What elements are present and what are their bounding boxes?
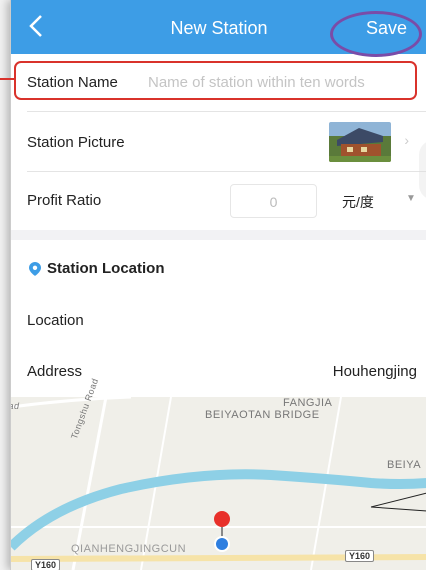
profit-ratio-row: Profit Ratio 0 元/度 ▼	[11, 172, 426, 230]
location-row[interactable]: Location	[11, 292, 426, 350]
station-picture-thumbnail[interactable]	[329, 122, 391, 162]
station-picture-row[interactable]: Station Picture ›	[11, 112, 426, 172]
station-picture-label: Station Picture	[27, 134, 125, 151]
profit-ratio-label: Profit Ratio	[27, 192, 102, 209]
location-label: Location	[27, 312, 84, 329]
map-label: BEIYA	[387, 459, 422, 471]
caret-down-icon[interactable]: ▼	[406, 193, 416, 204]
location-marker-icon[interactable]	[207, 509, 237, 559]
road-badge: Y160	[345, 550, 375, 562]
callout-line	[0, 78, 16, 80]
station-name-highlight-annotation	[14, 61, 417, 100]
station-location-header: Station Location	[11, 240, 426, 298]
map-label: QIANHENGJINGCUN	[71, 543, 187, 555]
address-row[interactable]: Address Houhengjing	[11, 345, 426, 397]
map-label: oad	[11, 401, 20, 411]
road-badge: Y160	[31, 559, 61, 570]
map-view[interactable]: FANGJIA BEIYAOTAN BRIDGE BEIYA QIANHENGJ…	[11, 377, 426, 570]
scroll-handle[interactable]	[419, 140, 426, 200]
profit-ratio-input[interactable]: 0	[230, 184, 317, 218]
station-location-title: Station Location	[47, 260, 165, 277]
location-pin-icon	[29, 262, 41, 276]
map-label: FANGJIA	[283, 397, 333, 409]
address-label: Address	[27, 363, 83, 380]
profit-ratio-unit-select[interactable]: 元/度	[342, 192, 374, 212]
chevron-right-icon: ›	[404, 132, 409, 148]
address-value: Houhengjing	[332, 363, 417, 380]
map-label: BEIYAOTAN BRIDGE	[205, 409, 320, 421]
save-highlight-annotation	[330, 11, 422, 57]
